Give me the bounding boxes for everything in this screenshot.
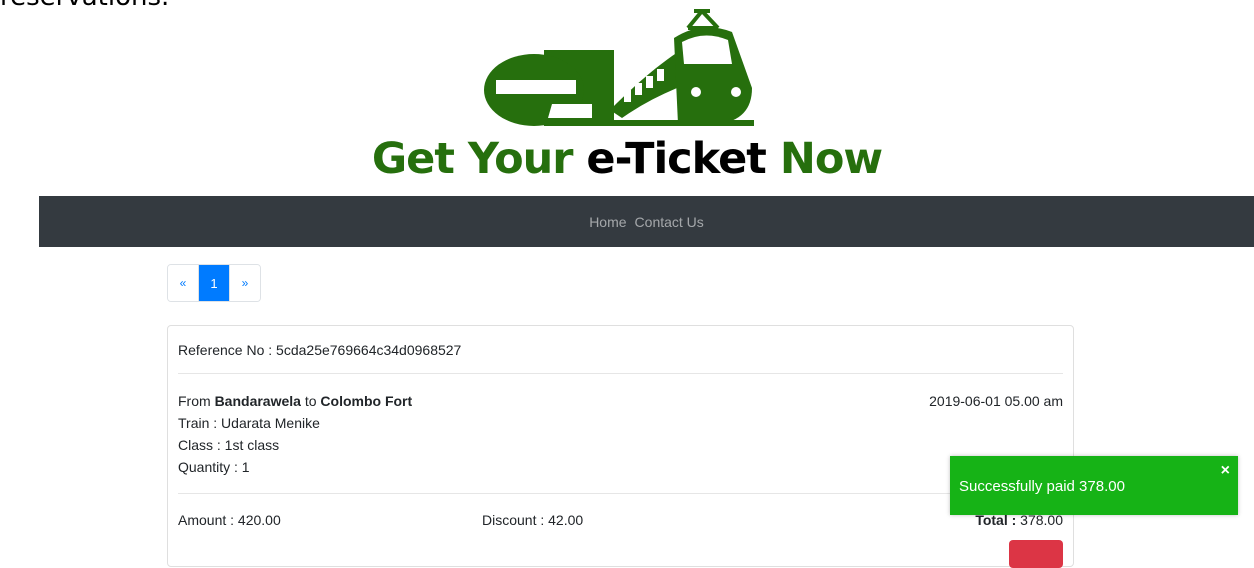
booking-card: Reference No : 5cda25e769664c34d0968527 … <box>167 325 1074 568</box>
to-prefix: to <box>304 393 317 409</box>
route-line: From Bandarawela to Colombo Fort <box>178 393 412 409</box>
pagination-page-1[interactable]: 1 <box>198 265 229 301</box>
pagination-next-button[interactable]: » <box>229 265 260 301</box>
navbar: Home Contact Us <box>39 196 1254 247</box>
cancel-button[interactable] <box>1009 540 1063 568</box>
departure-datetime: 2019-06-01 05.00 am <box>929 393 1063 409</box>
divider <box>178 493 1063 494</box>
ticket-quantity: Quantity : 1 <box>178 459 250 475</box>
train-name: Train : Udarata Menike <box>178 415 320 431</box>
tagline: Get Your e-Ticket Now <box>0 134 1254 184</box>
tagline-e-ticket: e-Ticket <box>586 134 766 184</box>
amount: Amount : 420.00 <box>178 512 281 528</box>
nav-home-link[interactable]: Home <box>589 214 626 230</box>
to-station: Colombo Fort <box>320 393 413 409</box>
pagination: « 1 » <box>167 264 261 302</box>
discount: Discount : 42.00 <box>482 512 584 528</box>
pagination-prev-button[interactable]: « <box>168 265 198 301</box>
toast-message: Successfully paid 378.00 <box>959 478 1125 495</box>
nav-contact-us-link[interactable]: Contact Us <box>635 214 704 230</box>
from-station: Bandarawela <box>214 393 301 409</box>
divider <box>178 373 1063 374</box>
reference-number: Reference No : 5cda25e769664c34d0968527 <box>178 342 462 358</box>
tagline-now: Now <box>779 134 883 184</box>
success-toast: Successfully paid 378.00 × <box>950 456 1238 515</box>
close-icon[interactable]: × <box>1221 462 1230 480</box>
clipped-intro-text: reservations. <box>0 0 169 12</box>
travel-class: Class : 1st class <box>178 437 280 453</box>
tagline-get-your: Get Your <box>371 134 574 184</box>
train-logo <box>484 9 754 126</box>
from-prefix: From <box>178 393 211 409</box>
